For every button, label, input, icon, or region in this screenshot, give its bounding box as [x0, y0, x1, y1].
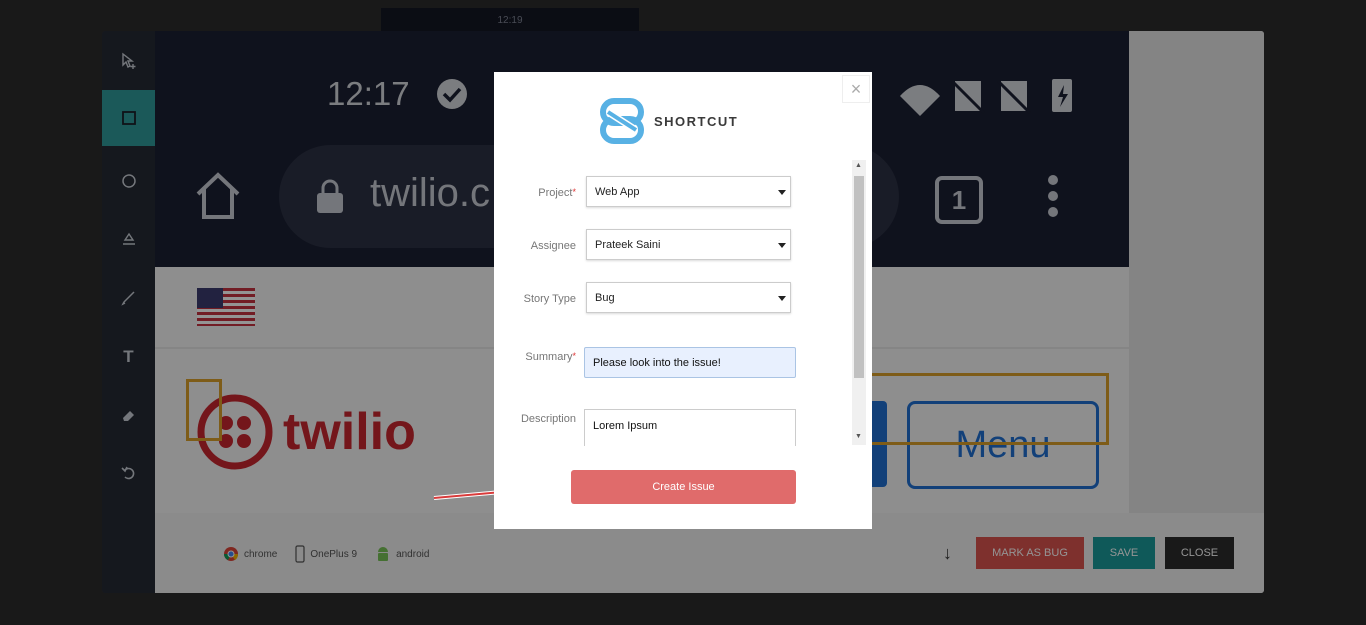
project-value: Web App	[595, 185, 640, 198]
modal-close-icon[interactable]: ×	[842, 75, 870, 103]
project-select[interactable]: Web App	[586, 176, 791, 207]
summary-label: Summary*	[525, 351, 576, 363]
assignee-select[interactable]: Prateek Saini	[586, 229, 791, 260]
project-label: Project*	[538, 187, 576, 199]
shortcut-logo-icon	[600, 98, 644, 144]
issue-form: Project* Web App Assignee Prateek Saini …	[494, 160, 866, 446]
story-type-label: Story Type	[523, 293, 576, 305]
assignee-value: Prateek Saini	[595, 238, 661, 251]
chevron-down-icon	[778, 190, 786, 195]
assignee-label: Assignee	[530, 240, 576, 252]
create-issue-button[interactable]: Create Issue	[571, 470, 796, 504]
create-issue-modal: × SHORTCUT Project* Web App Assignee Pra…	[494, 72, 872, 529]
scroll-down-icon[interactable]: ▼	[855, 433, 862, 440]
description-textarea[interactable]: Lorem Ipsum	[584, 409, 796, 446]
brand-name: SHORTCUT	[654, 113, 739, 129]
chevron-down-icon	[778, 296, 786, 301]
summary-input[interactable]: Please look into the issue!	[584, 347, 796, 378]
scroll-up-icon[interactable]: ▲	[855, 162, 862, 169]
chevron-down-icon	[778, 243, 786, 248]
scrollbar-thumb[interactable]	[854, 176, 864, 378]
form-scrollbar[interactable]: ▲ ▼	[852, 160, 866, 445]
story-type-select[interactable]: Bug	[586, 282, 791, 313]
story-type-value: Bug	[595, 291, 615, 304]
shortcut-brand: SHORTCUT	[598, 98, 738, 144]
description-label: Description	[520, 413, 576, 425]
